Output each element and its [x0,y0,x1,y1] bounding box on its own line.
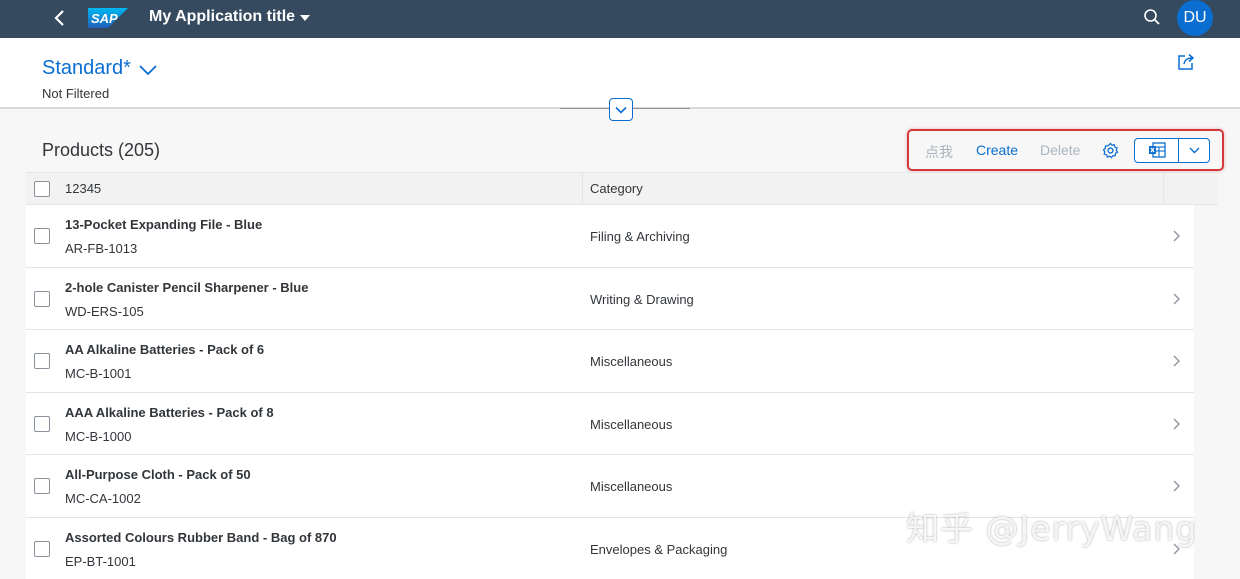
chevron-down-icon [139,64,157,75]
svg-text:SAP: SAP [91,11,118,26]
export-menu-button [1134,138,1210,163]
navigation-arrow-icon[interactable] [1171,416,1181,432]
search-icon[interactable] [1143,8,1161,26]
table-scrollbar[interactable] [1194,205,1218,579]
table-column-header: 12345 Category [26,172,1218,205]
product-name: 2-hole Canister Pencil Sharpener - Blue [65,279,309,295]
expand-header-button[interactable] [609,98,633,121]
product-name: Assorted Colours Rubber Band - Bag of 87… [65,529,337,545]
product-code: MC-B-1000 [65,428,132,444]
product-name: All-Purpose Cloth - Pack of 50 [65,467,251,482]
share-icon[interactable] [1177,53,1195,71]
app-title: My Application title [149,8,296,25]
product-name: AA Alkaline Batteries - Pack of 6 [65,342,265,357]
product-category: Envelopes & Packaging [590,541,728,557]
user-avatar[interactable]: DU [1177,0,1213,36]
export-to-spreadsheet-icon [1148,142,1166,158]
variant-name: Standard* [42,57,131,79]
row-checkbox[interactable] [34,478,50,494]
product-code: AR-FB-1013 [65,241,138,256]
table-row[interactable]: 13-Pocket Expanding File - Blue AR-FB-10… [26,205,1194,268]
export-button[interactable] [1135,139,1180,162]
product-category: Filing & Archiving [590,229,690,244]
table-row[interactable]: AA Alkaline Batteries - Pack of 6 MC-B-1… [26,330,1194,393]
product-category: Miscellaneous [590,479,673,494]
navigation-arrow-icon[interactable] [1171,228,1181,244]
settings-gear-icon[interactable] [1102,142,1119,159]
column-divider [1163,173,1164,205]
product-code: EP-BT-1001 [65,553,136,569]
product-name: AAA Alkaline Batteries - Pack of 8 [65,404,274,420]
row-checkbox[interactable] [34,228,50,244]
caret-down-icon [300,15,311,21]
navigation-arrow-icon[interactable] [1171,291,1181,307]
filter-status-text: Not Filtered [42,86,110,101]
column-divider [582,173,583,205]
navigation-arrow-icon[interactable] [1171,353,1181,369]
back-icon[interactable] [50,7,70,29]
row-checkbox[interactable] [34,353,50,369]
product-code: MC-CA-1002 [65,491,141,506]
table-row[interactable]: 2-hole Canister Pencil Sharpener - Blue … [26,267,1194,330]
row-checkbox[interactable] [34,290,50,307]
product-category: Miscellaneous [590,354,673,369]
export-dropdown-arrow[interactable] [1179,139,1209,162]
row-checkbox[interactable] [34,415,50,432]
navigation-arrow-icon[interactable] [1171,478,1181,494]
sap-logo: SAP [88,8,128,28]
table-title: Products (205) [42,140,161,160]
create-button[interactable]: Create [976,142,1018,158]
column-header-category[interactable]: Category [590,181,643,196]
table-row[interactable]: AAA Alkaline Batteries - Pack of 8 MC-B-… [26,392,1194,455]
watermark-text: 知乎 @JerryWang [906,509,1198,548]
chevron-down-icon [615,106,627,114]
variant-management[interactable]: Standard* [42,57,157,80]
select-all-checkbox[interactable] [34,181,50,197]
column-header-12345[interactable]: 12345 [65,181,101,196]
product-category: Miscellaneous [590,416,673,432]
row-checkbox[interactable] [34,540,50,557]
shell-bar: SAP My Application title DU [0,0,1240,38]
chevron-down-icon [1189,147,1200,154]
app-title-menu[interactable]: My Application title [149,8,311,26]
product-category: Writing & Drawing [590,291,694,307]
delete-button[interactable]: Delete [1040,142,1080,158]
product-name: 13-Pocket Expanding File - Blue [65,217,263,232]
product-code: MC-B-1001 [65,366,132,381]
product-code: WD-ERS-105 [65,303,144,319]
custom-action-button[interactable]: 点我 [925,142,953,162]
